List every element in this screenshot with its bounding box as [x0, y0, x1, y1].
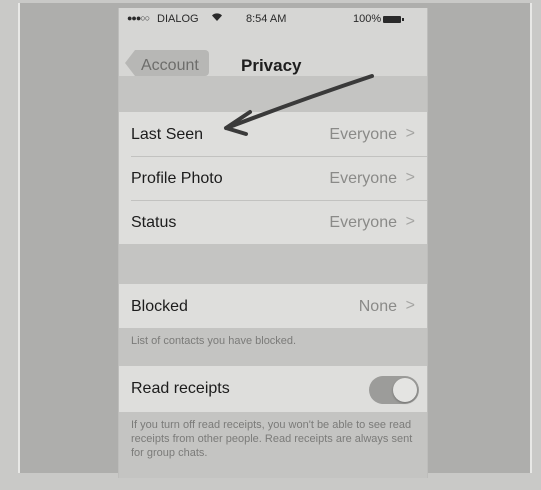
read-receipts-group: Read receipts: [119, 366, 427, 412]
profile-photo-row[interactable]: Profile Photo Everyone >: [119, 156, 427, 200]
wifi-icon: [211, 12, 223, 25]
read-receipts-row: Read receipts: [119, 366, 427, 410]
chevron-right-icon: >: [405, 169, 415, 186]
blocked-label: Blocked: [131, 298, 188, 315]
last-seen-value: Everyone: [329, 126, 397, 143]
last-seen-label: Last Seen: [131, 126, 204, 143]
back-button-label[interactable]: Account: [141, 57, 199, 75]
carrier-name: DIALOG: [157, 13, 199, 25]
visibility-settings-group: Last Seen Everyone > Profile Photo Every…: [119, 112, 427, 244]
status-bar: ●●●○○ DIALOG 8:54 AM 100%: [119, 10, 427, 28]
status-row[interactable]: Status Everyone >: [119, 200, 427, 244]
read-receipts-label: Read receipts: [131, 380, 230, 397]
page-title: Privacy: [241, 56, 302, 75]
profile-photo-label: Profile Photo: [131, 170, 223, 187]
blocked-footnote: List of contacts you have blocked.: [131, 335, 297, 347]
navigation-bar: Account Privacy: [119, 32, 427, 76]
status-label: Status: [131, 214, 177, 231]
status-time: 8:54 AM: [246, 13, 287, 25]
chevron-right-icon: >: [405, 297, 415, 314]
battery-icon: [383, 16, 404, 23]
last-seen-row[interactable]: Last Seen Everyone >: [119, 112, 427, 156]
blocked-value: None: [358, 298, 397, 315]
blocked-row[interactable]: Blocked None >: [119, 284, 427, 328]
chevron-right-icon: >: [405, 213, 415, 230]
battery-percentage: 100%: [353, 13, 382, 25]
signal-strength-icon: ●●●○○: [127, 13, 150, 23]
read-receipts-toggle[interactable]: [369, 376, 419, 404]
section-spacer: [119, 244, 427, 284]
phone-screen: ●●●○○ DIALOG 8:54 AM 100% Account Privac…: [118, 8, 428, 478]
section-spacer: [119, 76, 427, 112]
profile-photo-value: Everyone: [329, 170, 397, 187]
toggle-knob: [393, 378, 417, 402]
status-value: Everyone: [329, 214, 397, 231]
blocked-group: Blocked None >: [119, 284, 427, 328]
chevron-right-icon: >: [405, 125, 415, 142]
read-receipts-footnote: If you turn off read receipts, you won't…: [131, 419, 413, 459]
